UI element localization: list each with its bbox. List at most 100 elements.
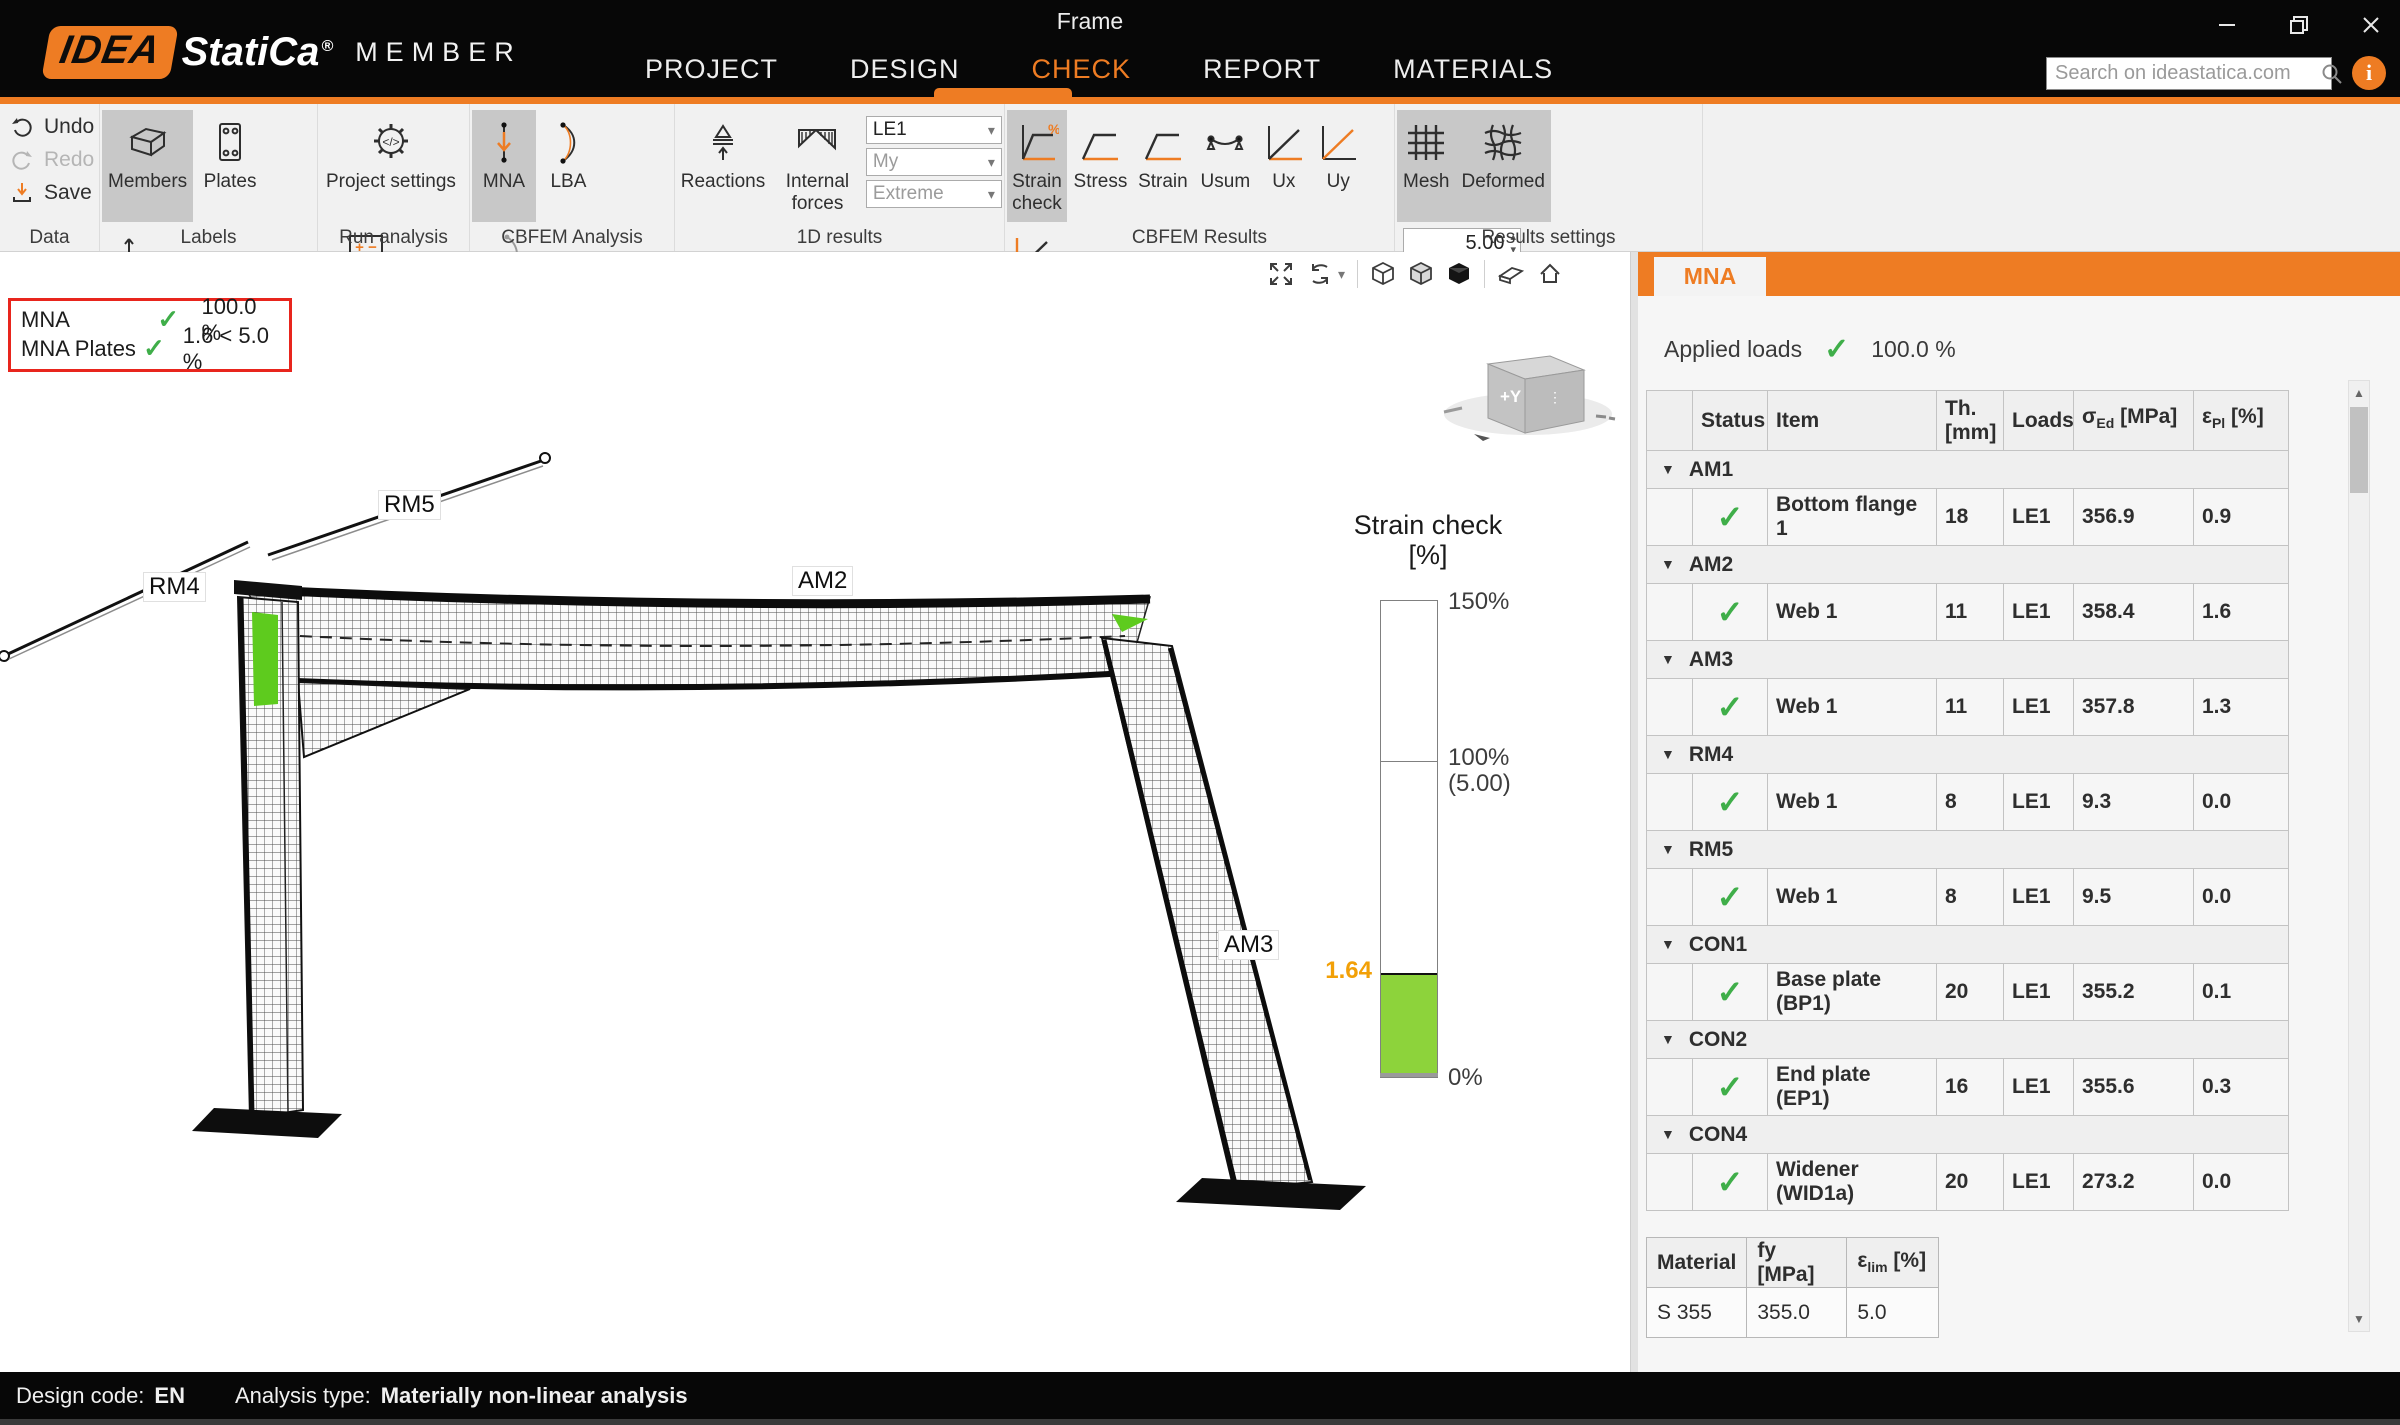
table-row[interactable]: ✓Web 18LE19.50.0: [1647, 869, 2289, 926]
info-icon[interactable]: i: [2352, 56, 2386, 90]
group-row-am3[interactable]: ▼AM3: [1647, 641, 2289, 679]
group-label-1d-results: 1D results: [675, 227, 1004, 249]
usum-button[interactable]: Usum: [1196, 110, 1254, 222]
menu-check[interactable]: CHECK: [1032, 54, 1132, 85]
member-label-rm4[interactable]: RM4: [143, 572, 206, 602]
load-case-dropdown[interactable]: LE1▾: [866, 116, 1002, 144]
stress-button[interactable]: Stress: [1071, 110, 1129, 222]
deformed-toggle-button[interactable]: Deformed: [1455, 110, 1550, 222]
ux-button[interactable]: Ux: [1259, 110, 1309, 222]
scrollbar-thumb[interactable]: [2350, 407, 2368, 493]
member-label-am2[interactable]: AM2: [792, 566, 853, 596]
member-label-rm5[interactable]: RM5: [378, 490, 441, 520]
strain-check-button[interactable]: % Strain check: [1007, 110, 1067, 222]
collapse-triangle-icon[interactable]: ▼: [1661, 556, 1675, 572]
legend-current-value: 1.64: [1292, 957, 1372, 985]
rod-member-rm4: [0, 542, 250, 661]
close-button[interactable]: [2360, 14, 2382, 36]
table-row[interactable]: ✓Base plate (BP1)20LE1355.20.1: [1647, 964, 2289, 1021]
project-settings-button[interactable]: </> Project settings: [320, 110, 462, 222]
collapse-triangle-icon[interactable]: ▼: [1661, 1126, 1675, 1142]
transparent-view-icon[interactable]: [1408, 261, 1434, 287]
collapse-triangle-icon[interactable]: ▼: [1661, 746, 1675, 762]
cell-loads: LE1: [2004, 489, 2074, 546]
minimize-button[interactable]: [2216, 14, 2238, 36]
save-button[interactable]: Save: [2, 176, 97, 209]
members-button[interactable]: Members: [102, 110, 193, 222]
group-row-rm4[interactable]: ▼RM4: [1647, 736, 2289, 774]
uy-button[interactable]: Uy: [1313, 110, 1363, 222]
cell-item: Web 1: [1768, 679, 1937, 736]
deformed-mesh-icon: [1480, 115, 1526, 171]
chevron-down-icon: ▾: [988, 186, 995, 203]
scroll-up-icon[interactable]: ▲: [2349, 381, 2369, 405]
restore-button[interactable]: [2288, 14, 2310, 36]
collapse-triangle-icon[interactable]: ▼: [1661, 936, 1675, 952]
app-window: IDEA StatiCa® MEMBER Frame PROJECT DESIG…: [0, 0, 2400, 1425]
table-row[interactable]: ✓Web 111LE1357.81.3: [1647, 679, 2289, 736]
collapse-triangle-icon[interactable]: ▼: [1661, 651, 1675, 667]
group-label-results-settings: Results settings: [1395, 227, 1702, 249]
legend-limit-value: (5.00): [1448, 770, 1511, 798]
wireframe-view-icon[interactable]: [1370, 261, 1396, 287]
cell-eps: 0.0: [2194, 774, 2289, 831]
mesh-toggle-button[interactable]: Mesh: [1397, 110, 1455, 222]
panel-scrollbar[interactable]: ▲ ▼: [2348, 380, 2370, 1332]
cell-thickness: 8: [1937, 869, 2004, 926]
solid-view-icon[interactable]: [1446, 261, 1472, 287]
undo-button[interactable]: Undo: [2, 110, 97, 143]
menu-design[interactable]: DESIGN: [850, 54, 960, 85]
zoom-to-fit-icon[interactable]: [1268, 261, 1294, 287]
table-row[interactable]: ✓End plate (EP1)16LE1355.60.3: [1647, 1059, 2289, 1116]
menu-report[interactable]: REPORT: [1203, 54, 1321, 85]
clipping-plane-icon[interactable]: [1497, 261, 1525, 287]
applied-loads-row: Applied loads ✓ 100.0 %: [1664, 332, 1956, 367]
group-row-am2[interactable]: ▼AM2: [1647, 546, 2289, 584]
site-search: [2046, 57, 2332, 90]
group-row-con4[interactable]: ▼CON4: [1647, 1116, 2289, 1154]
ribbon-group-run-analysis: </> Project settings + −× ÷ Calculate Ru…: [318, 104, 470, 251]
material-row: S 355355.05.0: [1647, 1288, 1939, 1338]
home-view-icon[interactable]: [1537, 261, 1563, 287]
3d-viewport[interactable]: RM5 RM4 AM2 AM3 ▾ MNA ✓ 100.0 %: [0, 252, 1630, 1372]
group-row-con2[interactable]: ▼CON2: [1647, 1021, 2289, 1059]
plates-button[interactable]: Plates: [198, 110, 263, 222]
collapse-triangle-icon[interactable]: ▼: [1661, 1031, 1675, 1047]
member-label-am3[interactable]: AM3: [1218, 930, 1279, 960]
group-row-rm5[interactable]: ▼RM5: [1647, 831, 2289, 869]
cell-loads: LE1: [2004, 964, 2074, 1021]
navigation-cube[interactable]: +Y ⋮: [1436, 336, 1621, 448]
tab-mna[interactable]: MNA: [1654, 257, 1766, 296]
strain-button[interactable]: Strain: [1134, 110, 1192, 222]
design-code-label: Design code:: [16, 1383, 144, 1409]
undo-icon: [10, 115, 34, 139]
table-row[interactable]: ✓Widener (WID1a)20LE1273.20.0: [1647, 1154, 2289, 1211]
lba-button[interactable]: LBA: [540, 110, 596, 222]
scroll-down-icon[interactable]: ▼: [2349, 1307, 2369, 1331]
collapse-triangle-icon[interactable]: ▼: [1661, 841, 1675, 857]
menu-materials[interactable]: MATERIALS: [1393, 54, 1553, 85]
search-input[interactable]: [2055, 62, 2320, 85]
rotate-view-button[interactable]: ▾: [1306, 261, 1345, 287]
search-icon[interactable]: [2320, 62, 2344, 86]
internal-forces-button[interactable]: Internal forces: [773, 110, 861, 222]
chevron-down-icon: ▾: [1338, 266, 1345, 283]
analysis-summary-overlay: MNA ✓ 100.0 % MNA Plates ✓ 1.6 < 5.0 %: [8, 298, 292, 372]
summary-row-mna-plates: MNA Plates ✓ 1.6 < 5.0 %: [21, 334, 279, 363]
table-row[interactable]: ✓Web 18LE19.30.0: [1647, 774, 2289, 831]
toolbar-separator: [1357, 260, 1358, 288]
collapse-triangle-icon[interactable]: ▼: [1661, 461, 1675, 477]
toolbar-separator: [1484, 260, 1485, 288]
redo-button[interactable]: Redo: [2, 143, 97, 176]
group-row-con1[interactable]: ▼CON1: [1647, 926, 2289, 964]
table-row[interactable]: ✓Web 111LE1358.41.6: [1647, 584, 2289, 641]
menu-project[interactable]: PROJECT: [645, 54, 778, 85]
mna-button[interactable]: MNA: [472, 110, 536, 222]
reactions-button[interactable]: Reactions: [677, 110, 769, 222]
extreme-dropdown[interactable]: Extreme▾: [866, 180, 1002, 208]
cell-item: Web 1: [1768, 774, 1937, 831]
legend-min-label: 0%: [1448, 1064, 1483, 1092]
component-dropdown[interactable]: My▾: [866, 148, 1002, 176]
table-row[interactable]: ✓Bottom flange 118LE1356.90.9: [1647, 489, 2289, 546]
group-row-am1[interactable]: ▼AM1: [1647, 451, 2289, 489]
